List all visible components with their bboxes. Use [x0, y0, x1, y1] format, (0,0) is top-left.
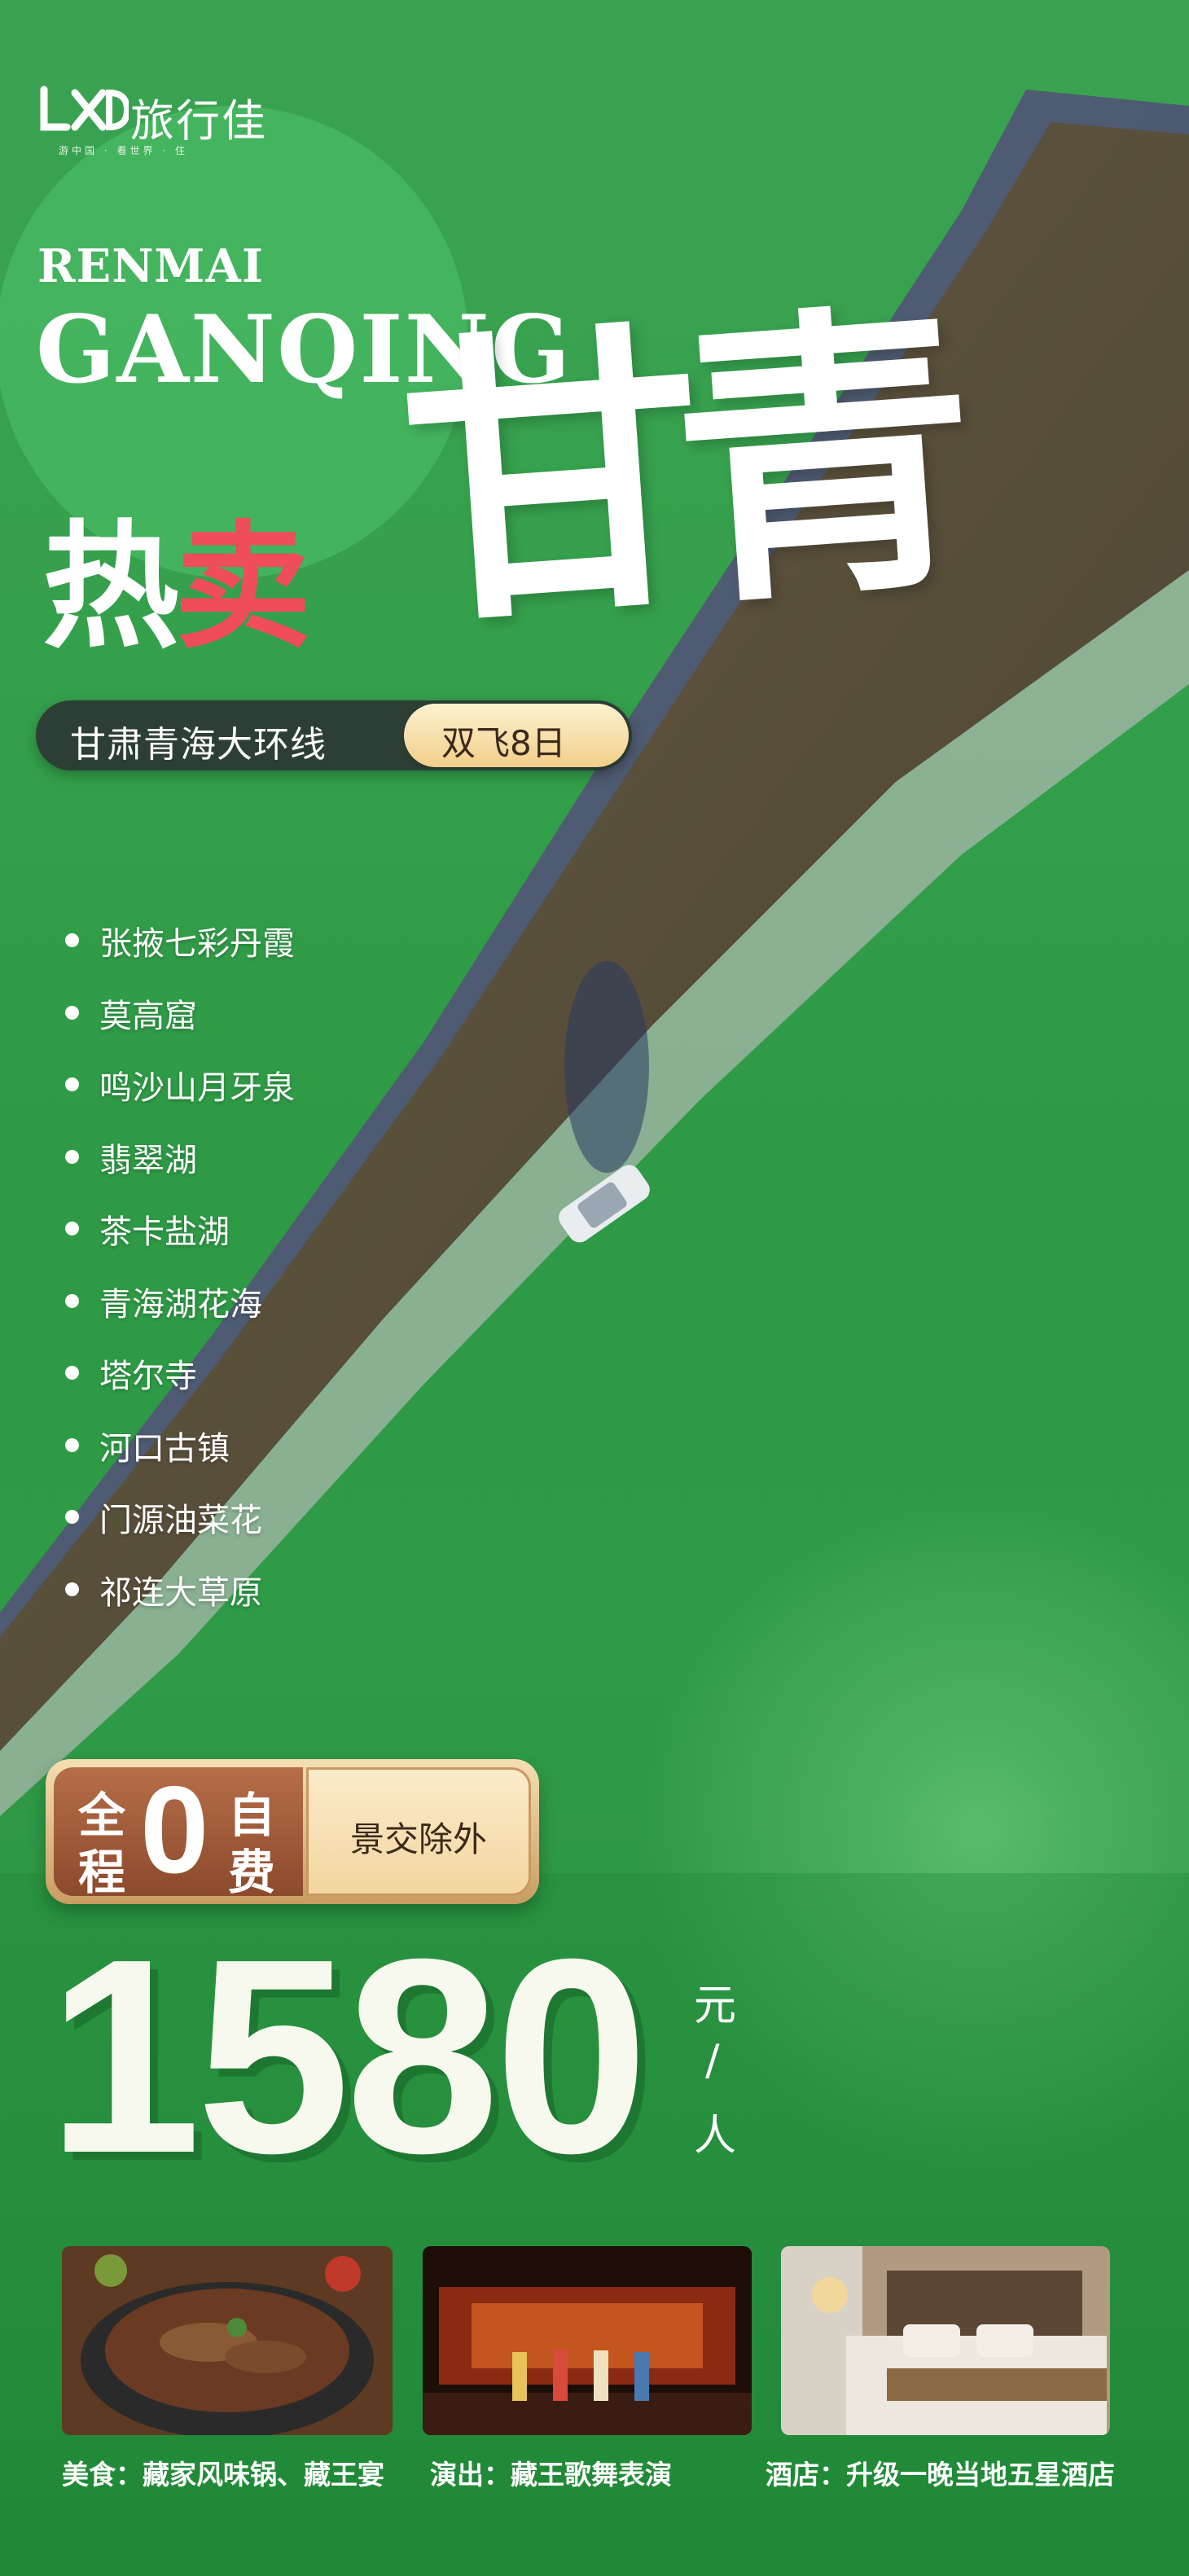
badge-note: 景交除外 — [349, 1819, 487, 1859]
route-banner: 甘肃青海大环线 双飞8日 — [36, 700, 632, 770]
show-photo — [423, 2246, 752, 2435]
badge-char-cheng: 程 — [78, 1845, 126, 1900]
bullet-dot-icon — [65, 1005, 79, 1020]
bullet-dot-icon — [65, 933, 79, 947]
bullet-dot-icon — [65, 1366, 79, 1380]
food-caption: 美食：藏家风味锅、藏王宴 — [62, 2459, 384, 2490]
zero-self-pay-block: 全 程 0 自 费 — [54, 1762, 303, 1900]
bullet-dot-icon — [65, 1149, 79, 1164]
route-duration-pill: 双飞8日 — [404, 704, 629, 767]
attraction-label: 鸣沙山月牙泉 — [99, 1069, 295, 1107]
price-value: 1580 — [47, 1902, 648, 2211]
route-name: 甘肃青海大环线 — [70, 724, 327, 766]
attraction-label: 莫高窟 — [99, 997, 197, 1035]
bullet-dot-icon — [65, 1222, 79, 1235]
bullet-dot-icon — [65, 1293, 79, 1308]
attraction-label: 青海湖花海 — [99, 1285, 262, 1323]
english-title-line-1: RENMAI — [37, 239, 265, 293]
tibetan-show-image — [423, 2246, 752, 2435]
bullet-dot-icon — [65, 1077, 79, 1091]
zero-self-pay-badge: 全 程 0 自 费 景交除外 — [46, 1759, 539, 1904]
attraction-label: 张掖七彩丹霞 — [99, 925, 295, 963]
route-duration: 双飞8日 — [441, 723, 566, 763]
travel-poster: 旅行佳 游中国 · 看世界 · 住 RENMAI GANQING 热卖 甘青 甘… — [0, 0, 1189, 2576]
brand-mark-icon — [40, 86, 129, 131]
brand-slogan: 游中国 · 看世界 · 住 — [59, 145, 188, 156]
attraction-label: 河口古镇 — [99, 1429, 230, 1468]
sale-char: 卖 — [174, 507, 311, 667]
bullet-dot-icon — [65, 1437, 79, 1452]
hotpot-image — [62, 2246, 393, 2435]
bullet-dot-icon — [65, 1510, 79, 1524]
show-caption: 演出：藏王歌舞表演 — [430, 2459, 672, 2490]
brand-logo: 旅行佳 游中国 · 看世界 · 住 — [39, 81, 283, 163]
hotel-room-image — [781, 2246, 1110, 2435]
bullet-dot-icon — [65, 1582, 79, 1596]
brush-title-ganqing: 甘青 — [391, 274, 959, 665]
badge-note-block: 景交除外 — [306, 1767, 531, 1896]
price-unit-ren: 人 — [694, 2112, 737, 2161]
hot-char: 热 — [42, 507, 179, 667]
badge-char-fei: 费 — [228, 1845, 276, 1900]
price-unit-yuan: 元 — [694, 1981, 737, 2030]
hot-sale-title: 热卖 — [42, 476, 311, 674]
hotel-caption: 酒店：升级一晚当地五星酒店 — [766, 2459, 1115, 2490]
attraction-label: 翡翠湖 — [99, 1141, 197, 1179]
attraction-label: 门源油菜花 — [99, 1502, 262, 1539]
price-unit-slash: / — [705, 2036, 720, 2085]
attraction-label: 塔尔寺 — [99, 1358, 197, 1395]
attraction-label: 茶卡盐湖 — [99, 1213, 230, 1251]
badge-zero: 0 — [140, 1761, 209, 1899]
brand-name: 旅行佳 — [130, 95, 267, 147]
hotpot-photo — [62, 2246, 393, 2435]
hotel-photo — [781, 2246, 1110, 2435]
attraction-label: 祁连大草原 — [99, 1573, 262, 1612]
